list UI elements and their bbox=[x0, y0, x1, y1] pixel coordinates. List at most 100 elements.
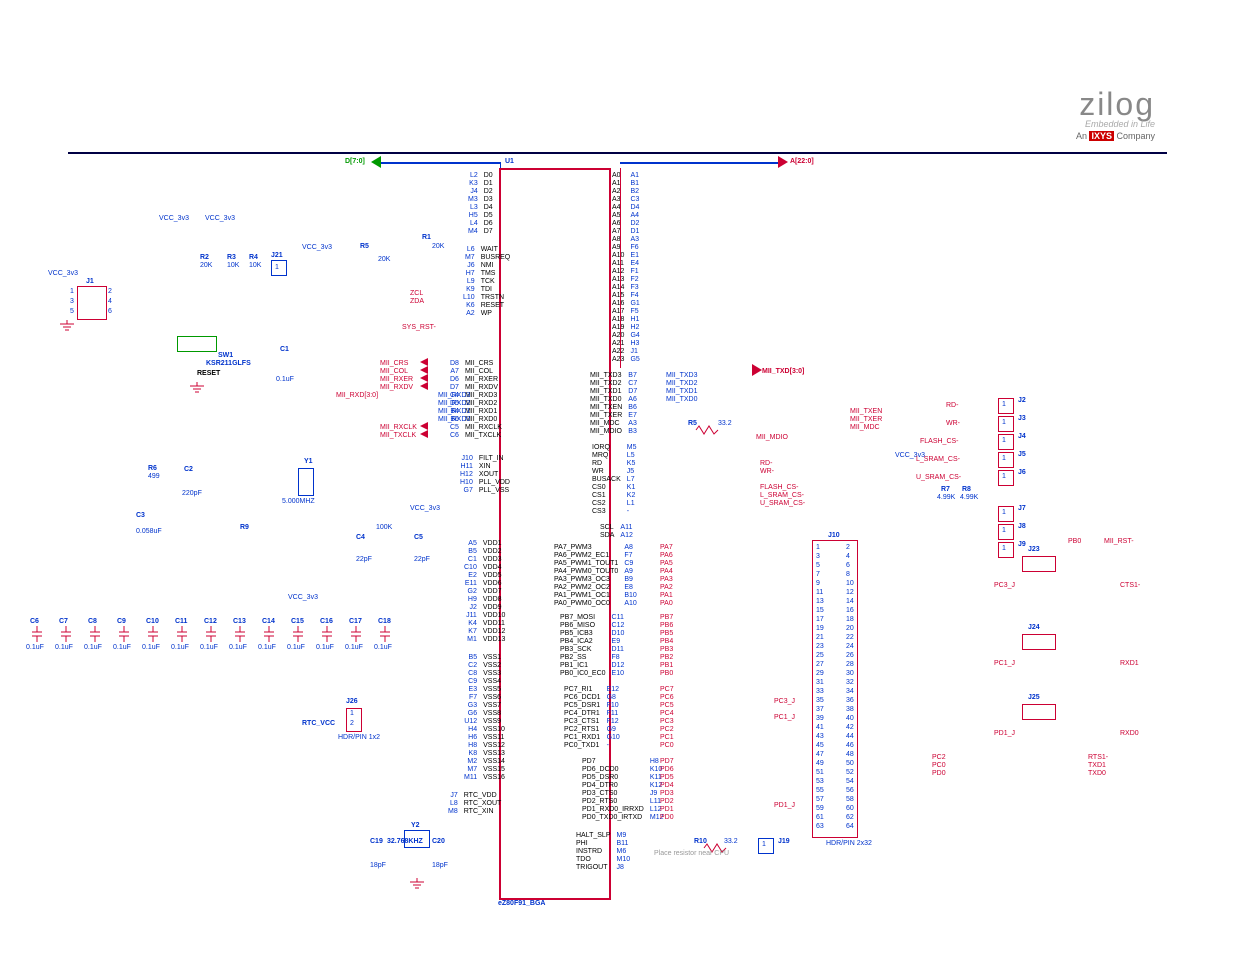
cap-val-C16: 0.1uF bbox=[316, 644, 334, 652]
r4-ref: R4 bbox=[249, 254, 258, 262]
j10-pin-23: 23 bbox=[816, 643, 824, 651]
net-PC2: PC2 bbox=[660, 726, 674, 734]
j10-pin-6: 6 bbox=[846, 562, 850, 570]
cap-icon bbox=[61, 626, 71, 644]
c20-val: 18pF bbox=[432, 862, 448, 870]
j25-body bbox=[1022, 704, 1056, 720]
r5-zigzag-icon bbox=[696, 426, 720, 434]
net-PD0: PD0 bbox=[660, 814, 674, 822]
mii-txer: MII_TXER bbox=[850, 416, 882, 424]
net-PD2: PD2 bbox=[660, 798, 674, 806]
net-PA6: PA6 bbox=[660, 552, 673, 560]
j10-pin-2: 2 bbox=[846, 544, 850, 552]
net-PC0: PC0 bbox=[660, 742, 674, 750]
c2-ref: C2 bbox=[184, 466, 193, 474]
mii-arrows-left-icon bbox=[420, 358, 430, 438]
j10-pin-31: 31 bbox=[816, 679, 824, 687]
j24-body bbox=[1022, 634, 1056, 650]
r5s-val: 33.2 bbox=[718, 420, 732, 428]
cap-val-C12: 0.1uF bbox=[200, 644, 218, 652]
net-PC7: PC7 bbox=[660, 686, 674, 694]
j1-p1: 1 bbox=[70, 288, 74, 296]
r1-val: 20K bbox=[432, 243, 444, 251]
cap-C13: C13 bbox=[233, 618, 246, 626]
j10-pin-45: 45 bbox=[816, 742, 824, 750]
j10-pin-49: 49 bbox=[816, 760, 824, 768]
brand-logo: zilog bbox=[1076, 86, 1155, 123]
j10-pin-53: 53 bbox=[816, 778, 824, 786]
j10-pin-42: 42 bbox=[846, 724, 854, 732]
j10-pin-19: 19 bbox=[816, 625, 824, 633]
j10-pin-64: 64 bbox=[846, 823, 854, 831]
gnd-icon-j1 bbox=[60, 320, 74, 332]
c19-val: 18pF bbox=[370, 862, 386, 870]
c2-val: 220pF bbox=[182, 490, 202, 498]
net-PA5: PA5 bbox=[660, 560, 673, 568]
y1-crystal bbox=[298, 468, 314, 496]
pd1j-j10: PD1_J bbox=[774, 802, 795, 810]
net-PD5: PD5 bbox=[660, 774, 674, 782]
j10-pin-11: 11 bbox=[816, 589, 823, 597]
vcc-label-4: VCC_3v3 bbox=[48, 270, 78, 278]
j2-body bbox=[998, 398, 1014, 414]
r7-ref: R7 bbox=[941, 486, 950, 494]
r8-ref: R8 bbox=[962, 486, 971, 494]
mii-mdio: MII_MDIO bbox=[756, 434, 788, 442]
j8-ref: J8 bbox=[1018, 523, 1026, 531]
flash-net: FLASH_CS- bbox=[760, 484, 799, 492]
u1-i2c-pins: SCLA11SDAA12 bbox=[600, 524, 633, 540]
databus-arrow-icon bbox=[371, 156, 383, 168]
y2-freq: 32.768KHZ bbox=[387, 838, 423, 846]
net-PD1: PD1 bbox=[660, 806, 674, 814]
cap-icon bbox=[119, 626, 129, 644]
cap-C9: C9 bbox=[117, 618, 126, 626]
j1-p2: 2 bbox=[108, 288, 112, 296]
cap-icon bbox=[148, 626, 158, 644]
brand-company: An IXYS Company bbox=[1076, 131, 1155, 141]
j10-pin-27: 27 bbox=[816, 661, 824, 669]
j4-pin1: 1 bbox=[1002, 437, 1006, 445]
cap-C12: C12 bbox=[204, 618, 217, 626]
net-PA7: PA7 bbox=[660, 544, 673, 552]
j10-pin-24: 24 bbox=[846, 643, 854, 651]
zcl-net: ZCL bbox=[410, 290, 423, 298]
net-PB3: PB3 bbox=[660, 646, 673, 654]
j10-pin-1: 1 bbox=[816, 544, 820, 552]
j10-pin-16: 16 bbox=[846, 607, 854, 615]
mii-rxdv: MII_RXDV bbox=[380, 384, 413, 392]
cap-icon bbox=[206, 626, 216, 644]
zda-net: ZDA bbox=[410, 298, 424, 306]
c4-val: 22pF bbox=[356, 556, 372, 564]
pc3j-j10: PC3_J bbox=[774, 698, 795, 706]
sysrst-net: SYS_RST- bbox=[402, 324, 436, 332]
mii-txclk: MII_TXCLK bbox=[380, 432, 416, 440]
j10-pin-51: 51 bbox=[816, 769, 824, 777]
j23-body bbox=[1022, 556, 1056, 572]
lsram-port: L_SRAM_CS- bbox=[916, 456, 960, 464]
j5-ref: J5 bbox=[1018, 451, 1026, 459]
net-PA2: PA2 bbox=[660, 584, 673, 592]
pc3j-net: PC3_J bbox=[994, 582, 1015, 590]
cap-C11: C11 bbox=[175, 618, 187, 626]
pb0-net: PB0 bbox=[1068, 538, 1081, 546]
vcc-label-6: VCC_3v3 bbox=[410, 505, 440, 513]
sw1-body bbox=[177, 336, 217, 352]
addrbus-label: A[22:0] bbox=[790, 158, 814, 166]
u1-rctrl-pins: IORQM5MRQL5RDK5WRJ5BUSACKL7CS0K1CS1K2CS2… bbox=[592, 444, 637, 516]
j10-pin-18: 18 bbox=[846, 616, 854, 624]
net-PD7: PD7 bbox=[660, 758, 674, 766]
j10-pin-55: 55 bbox=[816, 787, 824, 795]
r9-ref: R9 bbox=[240, 524, 249, 532]
u1-misc-pins: HALT_SLPM9PHIB11INSTRDM6TDOM10TRIGOUTJ8 bbox=[576, 832, 630, 872]
j8-body bbox=[998, 524, 1014, 540]
cap-C8: C8 bbox=[88, 618, 97, 626]
net-PA3: PA3 bbox=[660, 576, 673, 584]
j10-pin-44: 44 bbox=[846, 733, 854, 741]
vcc-label-2: VCC_3v3 bbox=[205, 215, 235, 223]
c19-ref: C19 bbox=[370, 838, 383, 846]
j10-pin-8: 8 bbox=[846, 571, 850, 579]
pc1j-j10: PC1_J bbox=[774, 714, 795, 722]
net-PC6: PC6 bbox=[660, 694, 674, 702]
j19-pin1: 1 bbox=[762, 841, 766, 849]
sw1-part: KSR211GLFS bbox=[206, 360, 251, 368]
